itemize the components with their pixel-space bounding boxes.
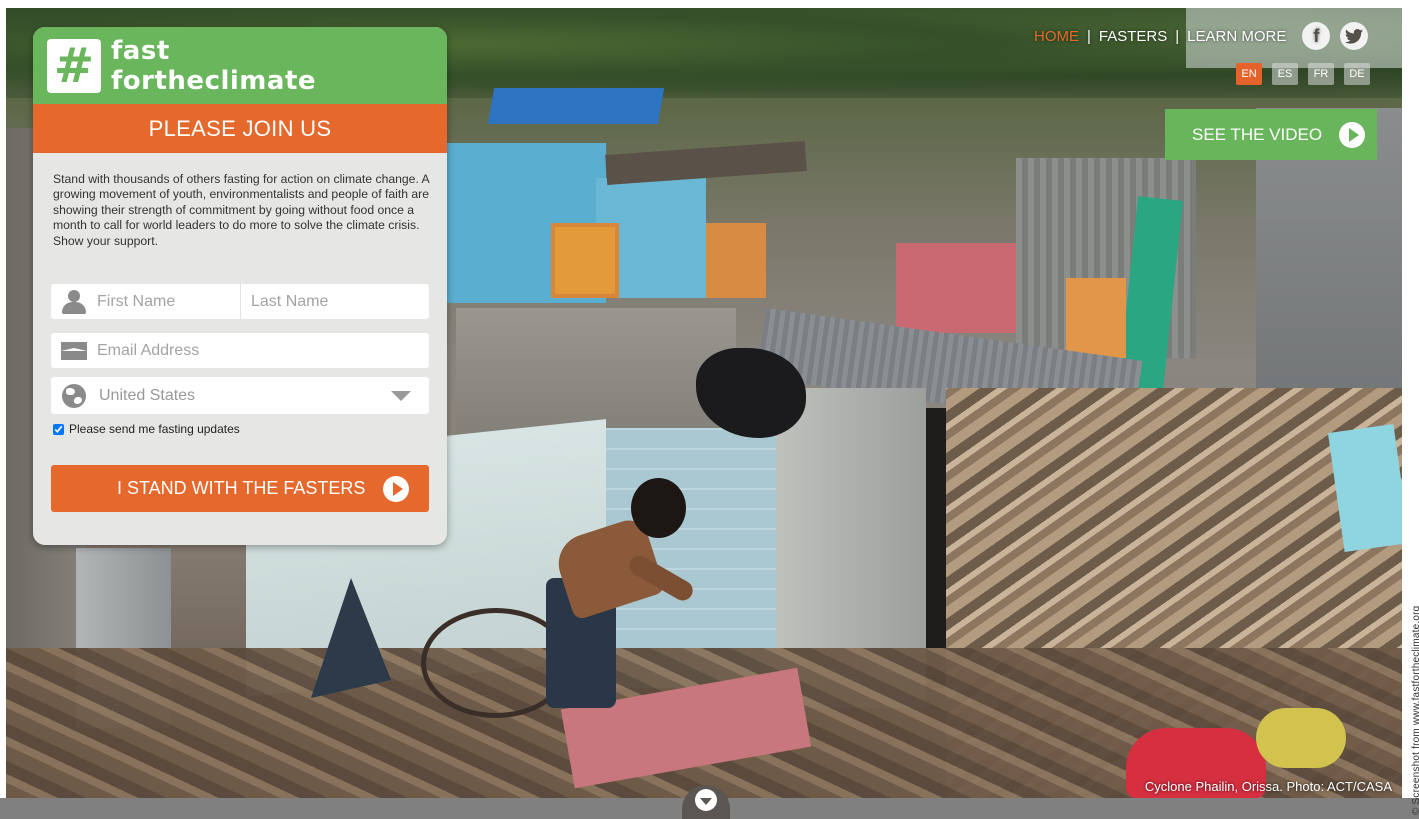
- logo-line-1: fast: [111, 35, 170, 66]
- updates-label: Please send me fasting updates: [69, 422, 240, 436]
- last-name-input[interactable]: [241, 284, 421, 319]
- roof: [605, 141, 807, 185]
- lang-en[interactable]: EN: [1236, 63, 1262, 85]
- facebook-icon[interactable]: f: [1302, 22, 1331, 50]
- nav-learn-more[interactable]: LEARN MORE: [1187, 28, 1286, 45]
- yellow-object: [1256, 708, 1346, 768]
- chevron-down-icon: [695, 789, 717, 811]
- email-field: [51, 333, 429, 368]
- logo-line-2: fortheclimate: [111, 65, 317, 96]
- stand-with-fasters-button[interactable]: I STAND WITH THE FASTERS: [51, 465, 429, 512]
- orange-door: [706, 223, 766, 298]
- screenshot-credit: © Screenshot from www.fastfortheclimate.…: [1411, 605, 1419, 815]
- blue-tarp: [487, 88, 665, 124]
- country-value: United States: [99, 386, 196, 404]
- see-video-label: SEE THE VIDEO: [1192, 124, 1323, 144]
- mail-icon: [51, 341, 97, 360]
- country-select[interactable]: United States: [51, 377, 429, 414]
- lang-es[interactable]: ES: [1272, 63, 1298, 85]
- lang-de[interactable]: DE: [1344, 63, 1370, 85]
- twitter-icon[interactable]: [1340, 22, 1369, 50]
- signup-card: # fast fortheclimate PLEASE JOIN US Stan…: [33, 27, 447, 545]
- first-name-input[interactable]: [97, 284, 241, 319]
- join-heading: PLEASE JOIN US: [33, 104, 447, 153]
- email-input[interactable]: [97, 333, 417, 368]
- nav-fasters[interactable]: FASTERS: [1099, 28, 1167, 45]
- name-fields: [51, 284, 429, 319]
- nav-separator: |: [1175, 27, 1180, 45]
- globe-icon: [51, 383, 97, 408]
- logo-text: fast fortheclimate: [111, 36, 316, 96]
- language-switcher: EN ES FR DE: [1236, 63, 1370, 85]
- brand-header: # fast fortheclimate: [33, 27, 447, 104]
- updates-option[interactable]: Please send me fasting updates: [53, 422, 240, 436]
- chevron-down-icon: [391, 390, 411, 401]
- orange-board: [1066, 278, 1126, 358]
- pink-panel: [896, 243, 1016, 333]
- lang-fr[interactable]: FR: [1308, 63, 1334, 85]
- photo-caption: Cyclone Phailin, Orissa. Photo: ACT/CASA: [1144, 779, 1392, 794]
- see-video-button[interactable]: SEE THE VIDEO: [1165, 109, 1377, 160]
- play-icon: [383, 476, 409, 502]
- nav-home[interactable]: HOME: [1034, 28, 1079, 45]
- hash-icon: #: [47, 38, 101, 93]
- top-nav: HOME | FASTERS | LEARN MORE f: [1034, 22, 1369, 50]
- submit-label: I STAND WITH THE FASTERS: [117, 478, 366, 498]
- orange-window: [551, 223, 619, 298]
- play-icon: [1339, 122, 1365, 148]
- user-icon: [51, 289, 97, 314]
- boy-head: [631, 478, 686, 538]
- nav-separator: |: [1087, 27, 1091, 45]
- updates-checkbox[interactable]: [53, 423, 64, 435]
- intro-text: Stand with thousands of others fasting f…: [53, 172, 430, 248]
